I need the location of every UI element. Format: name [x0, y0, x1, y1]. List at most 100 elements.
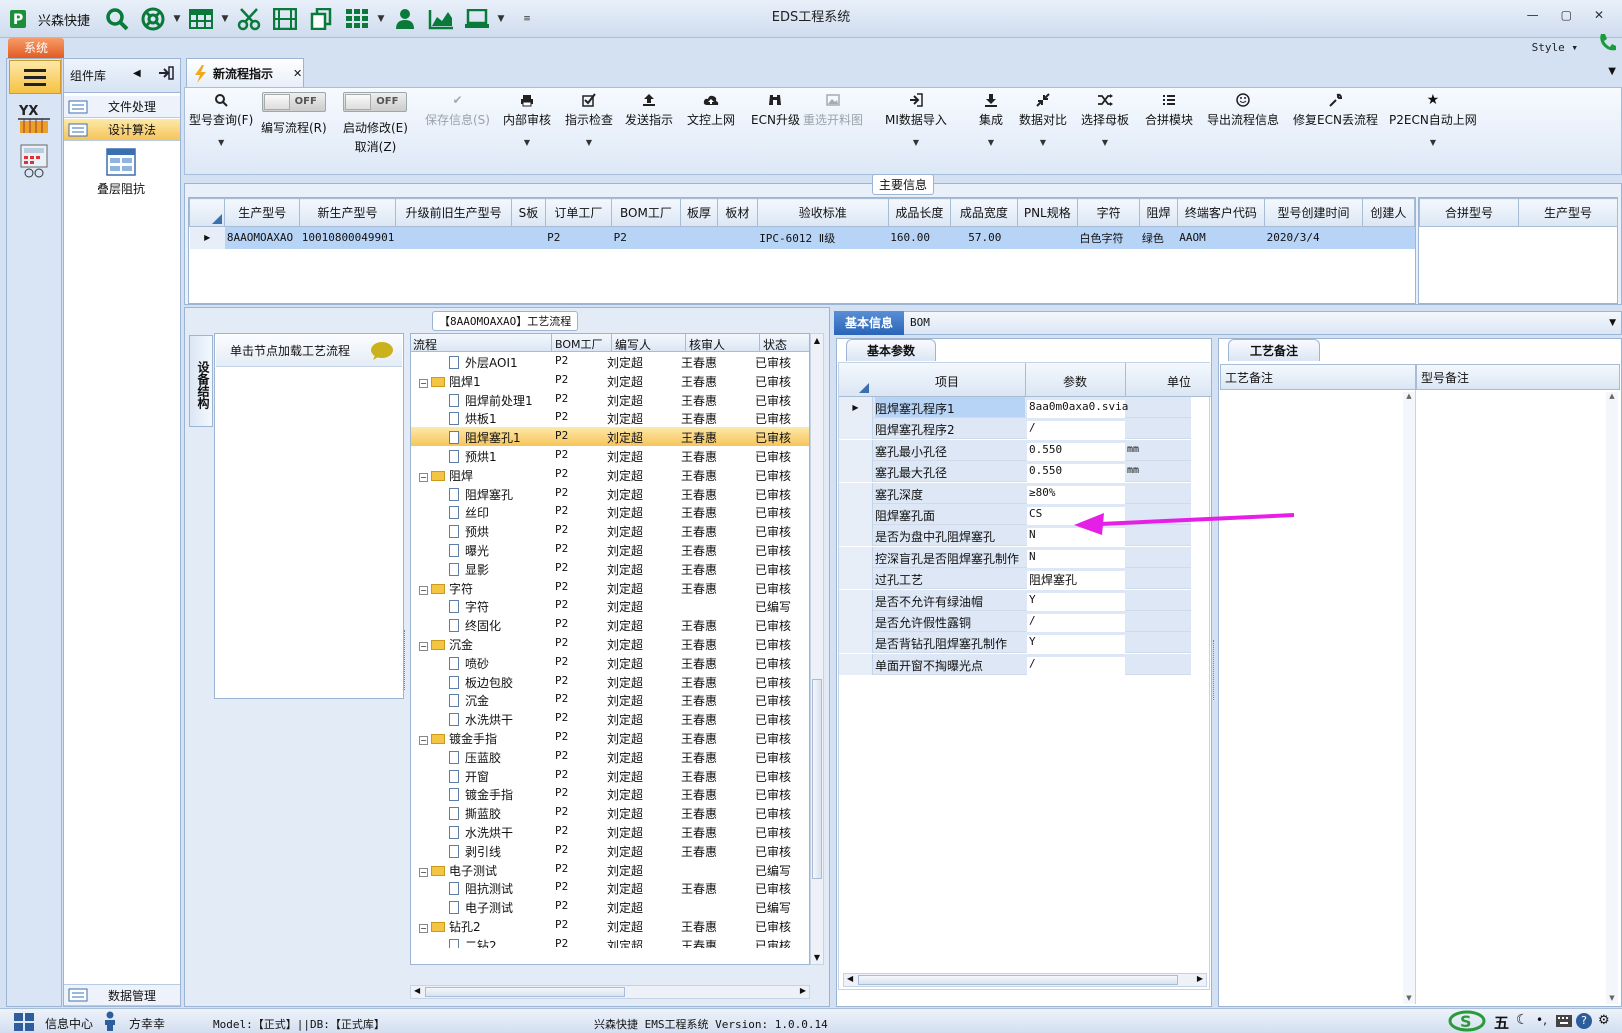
process-node[interactable]: 开窗: [449, 768, 551, 785]
row-selector[interactable]: [839, 525, 873, 547]
style-menu[interactable]: Style ▾: [1532, 41, 1578, 54]
parameter-row[interactable]: 塞孔最大孔径 0.550 mm: [839, 461, 1191, 485]
dropdown-arrow-icon[interactable]: ▼: [913, 138, 919, 147]
row-selector[interactable]: [839, 482, 873, 504]
splitter-handle[interactable]: [1213, 640, 1217, 700]
process-node[interactable]: − 字符: [419, 580, 551, 597]
collapse-toggle-icon[interactable]: −: [419, 924, 428, 933]
process-tree-row[interactable]: − 阻焊1 P2 刘定超 王春惠 已审核: [411, 371, 809, 390]
row-selector[interactable]: [839, 589, 873, 611]
yx-module-icon[interactable]: YX: [16, 101, 52, 137]
main-info-column[interactable]: 订单工厂: [544, 198, 613, 227]
mi-data-import-button[interactable]: MI数据导入 ▼: [885, 92, 947, 147]
tree-vertical-scrollbar[interactable]: ▲ ▼: [810, 333, 824, 965]
scroll-right-icon[interactable]: ▶: [800, 986, 806, 995]
scroll-thumb[interactable]: [858, 975, 1178, 985]
row-selector[interactable]: ▶: [839, 397, 873, 418]
instruction-check-button[interactable]: 指示检查 ▼: [565, 92, 613, 147]
process-column-header[interactable]: 状态: [763, 336, 787, 353]
parameter-row[interactable]: 塞孔深度 ≥80%: [839, 482, 1191, 506]
process-node[interactable]: 阻焊塞孔: [449, 486, 551, 503]
process-tree-row[interactable]: 丝印 P2 刘定超 王春惠 已审核: [411, 502, 809, 521]
row-selector[interactable]: [839, 546, 873, 568]
main-info-column[interactable]: 验收标准: [756, 198, 889, 227]
write-process-toggle[interactable]: OFF 编写流程(R): [261, 92, 327, 136]
parameter-row[interactable]: 是否允许假性露铜 /: [839, 611, 1191, 634]
process-node[interactable]: 板边包胶: [449, 674, 551, 691]
sidebar-item-design-algorithm[interactable]: 设计算法: [64, 119, 180, 141]
main-info-cell[interactable]: 2020/3/4: [1265, 227, 1363, 249]
parameter-row[interactable]: 过孔工艺 阻焊塞孔: [839, 568, 1191, 592]
cancel-label[interactable]: 取消(Z): [355, 138, 397, 155]
process-node[interactable]: 二钻2: [449, 937, 551, 948]
parameter-value[interactable]: 阻焊塞孔: [1027, 571, 1125, 592]
process-node[interactable]: 电子测试: [449, 899, 551, 916]
help-icon[interactable]: ?: [1576, 1013, 1592, 1029]
row-selector[interactable]: [839, 568, 873, 590]
model-notes-textarea[interactable]: [1416, 390, 1620, 1004]
column-item[interactable]: 项目: [935, 373, 959, 390]
process-tree-row[interactable]: − 阻焊 P2 刘定超 王春惠 已审核: [411, 465, 809, 484]
tab-list-dropdown-icon[interactable]: ▼: [1608, 66, 1616, 77]
process-tree-row[interactable]: 镀金手指 P2 刘定超 王春惠 已审核: [411, 784, 809, 803]
process-tree-row[interactable]: 电子测试 P2 刘定超 已编写: [411, 897, 809, 916]
scroll-down-icon[interactable]: ▼: [811, 953, 823, 962]
process-tree-row[interactable]: 终固化 P2 刘定超 王春惠 已审核: [411, 615, 809, 634]
process-tree-row[interactable]: 板边包胶 P2 刘定超 王春惠 已审核: [411, 672, 809, 691]
device-structure-vertical-tab[interactable]: 设备结构: [189, 335, 213, 427]
process-node[interactable]: − 电子测试: [419, 862, 551, 879]
notes-tab[interactable]: 工艺备注: [1228, 339, 1320, 361]
process-tree-row[interactable]: 水洗烘干 P2 刘定超 王春惠 已审核: [411, 822, 809, 841]
dropdown-arrow-icon[interactable]: ▼: [1040, 138, 1046, 147]
start-modify-toggle[interactable]: OFF 启动修改(E) 取消(Z): [343, 92, 408, 155]
main-info-cell[interactable]: 160.00: [888, 227, 950, 249]
process-tree-row[interactable]: − 电子测试 P2 刘定超 已编写: [411, 860, 809, 879]
ime-logo-icon[interactable]: S: [1448, 1010, 1486, 1032]
select-motherboard-button[interactable]: 选择母板 ▼: [1081, 92, 1129, 147]
process-tree-row[interactable]: 二钻2 P2 刘定超 王春惠 已审核: [411, 935, 809, 948]
process-tree-row[interactable]: 喷砂 P2 刘定超 王春惠 已审核: [411, 653, 809, 672]
parameter-row[interactable]: ▶ 阻焊塞孔程序1 8aa0m0axa0.svia: [839, 397, 1191, 420]
main-info-column[interactable]: 生产型号: [224, 198, 301, 227]
main-info-column[interactable]: 阻焊: [1139, 198, 1178, 227]
keyboard-icon[interactable]: [1556, 1015, 1572, 1027]
main-info-cell[interactable]: IPC-6012 Ⅱ级: [757, 227, 888, 249]
minimize-icon[interactable]: —: [1527, 8, 1539, 22]
main-info-column[interactable]: S板: [511, 198, 546, 227]
main-info-cell[interactable]: 8AAOMOAXAO: [225, 227, 300, 249]
ime-mode[interactable]: 五: [1494, 1012, 1509, 1033]
maximize-icon[interactable]: ▢: [1561, 8, 1572, 22]
document-control-online-button[interactable]: 文控上网: [687, 92, 735, 128]
repair-ecn-lost-process-button[interactable]: 修复ECN丢流程: [1293, 92, 1378, 128]
parameter-value[interactable]: 0.550: [1027, 442, 1125, 463]
integration-button[interactable]: 集成 ▼: [979, 92, 1003, 147]
process-column-header[interactable]: 核审人: [689, 336, 725, 353]
process-tree-row[interactable]: 剥引线 P2 刘定超 王春惠 已审核: [411, 841, 809, 860]
dropdown-arrow-icon[interactable]: ▼: [1430, 138, 1436, 147]
process-node[interactable]: 水洗烘干: [449, 824, 551, 841]
process-node[interactable]: 撕蓝胶: [449, 805, 551, 822]
scroll-left-icon[interactable]: ◀: [414, 986, 420, 995]
process-tree-row[interactable]: − 字符 P2 刘定超 王春惠 已审核: [411, 578, 809, 597]
scroll-thumb[interactable]: [812, 679, 822, 879]
production-model-column[interactable]: 生产型号: [1518, 198, 1618, 227]
process-node[interactable]: 终固化: [449, 617, 551, 634]
main-info-column[interactable]: 成品长度: [887, 198, 952, 227]
process-tree-row[interactable]: 显影 P2 刘定超 王春惠 已审核: [411, 559, 809, 578]
process-tree-row[interactable]: − 钻孔2 P2 刘定超 王春惠 已审核: [411, 916, 809, 935]
collapse-toggle-icon[interactable]: −: [419, 378, 428, 388]
main-info-column[interactable]: 板材: [717, 198, 758, 227]
process-tree-row[interactable]: 外层AOI1 P2 刘定超 王春惠 已审核: [411, 352, 809, 371]
process-node[interactable]: 阻抗测试: [449, 880, 551, 897]
close-tab-icon[interactable]: ✕: [293, 67, 302, 80]
close-icon[interactable]: ✕: [1594, 8, 1604, 22]
scroll-right-icon[interactable]: ▶: [1197, 974, 1203, 983]
detail-menu-dropdown-icon[interactable]: ▼: [1609, 318, 1616, 328]
process-notes-textarea[interactable]: [1220, 390, 1416, 1004]
process-tree-row[interactable]: 阻焊塞孔 P2 刘定超 王春惠 已审核: [411, 484, 809, 503]
model-query-button[interactable]: 型号查询(F) ▼: [189, 92, 253, 147]
parameter-row[interactable]: 阻焊塞孔程序2 /: [839, 418, 1191, 442]
dropdown-arrow-icon[interactable]: ▼: [524, 138, 530, 147]
notes-scrollbar[interactable]: ▲ ▼: [1403, 392, 1415, 1004]
process-tree-row[interactable]: 开窗 P2 刘定超 王春惠 已审核: [411, 766, 809, 785]
